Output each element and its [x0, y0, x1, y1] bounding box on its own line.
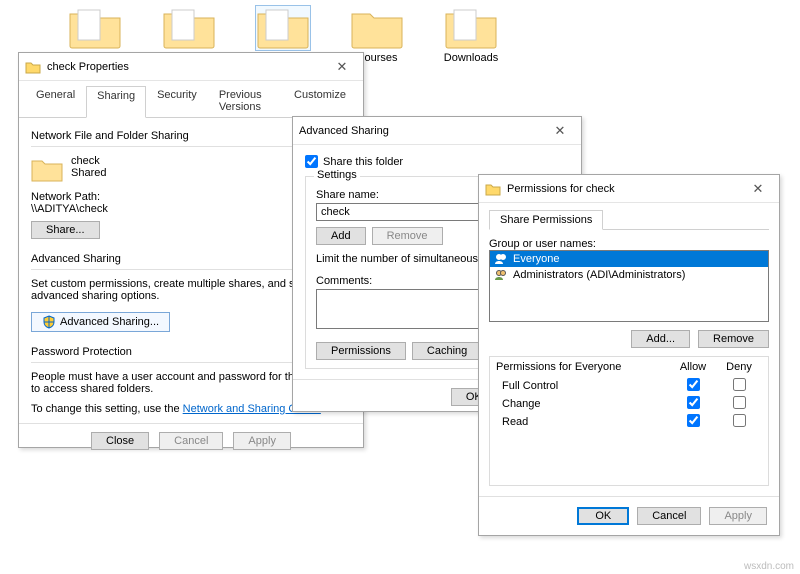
close-icon[interactable]: ✕ — [743, 181, 773, 197]
cancel-button[interactable]: Cancel — [637, 507, 701, 525]
table-row: Change — [490, 395, 768, 413]
user-name: Administrators (ADI\Administrators) — [513, 269, 685, 281]
allow-checkbox[interactable] — [687, 414, 700, 427]
add-button[interactable]: Add — [316, 227, 366, 245]
permission-name: Read — [496, 416, 670, 428]
permissions-footer: OK Cancel Apply — [479, 496, 779, 535]
folder-icon — [31, 155, 63, 183]
deny-checkbox[interactable] — [733, 396, 746, 409]
deny-checkbox[interactable] — [733, 378, 746, 391]
titlebar[interactable]: Advanced Sharing ✕ — [293, 117, 581, 145]
deny-header: Deny — [716, 361, 762, 373]
share-this-folder-label: Share this folder — [323, 156, 403, 168]
window-title: check Properties — [47, 61, 327, 73]
share-button[interactable]: Share... — [31, 221, 100, 239]
ok-button[interactable]: OK — [577, 507, 629, 525]
folder-icon — [162, 6, 216, 50]
table-row: Full Control — [490, 377, 768, 395]
permissions-body: Share Permissions Group or user names: E… — [479, 203, 779, 496]
tab-strip: General Sharing Security Previous Versio… — [19, 81, 363, 118]
tab-customize[interactable]: Customize — [283, 85, 357, 117]
cancel-button[interactable]: Cancel — [159, 432, 223, 450]
folder-icon — [444, 6, 498, 50]
permissions-tabstrip: Share Permissions — [489, 209, 769, 230]
titlebar[interactable]: check Properties ✕ — [19, 53, 363, 81]
close-button[interactable]: Close — [91, 432, 149, 450]
caching-button[interactable]: Caching — [412, 342, 482, 360]
users-icon — [494, 269, 508, 281]
tab-general[interactable]: General — [25, 85, 86, 117]
permissions-table: Permissions for Everyone Allow Deny Full… — [489, 356, 769, 486]
apply-button[interactable]: Apply — [709, 507, 767, 525]
tab-security[interactable]: Security — [146, 85, 208, 117]
advanced-sharing-button[interactable]: Advanced Sharing... — [31, 312, 170, 332]
password-change-text: To change this setting, use the — [31, 403, 183, 415]
remove-button[interactable]: Remove — [372, 227, 443, 245]
permission-name: Full Control — [496, 380, 670, 392]
window-title: Permissions for check — [507, 183, 743, 195]
folder-icon — [485, 181, 501, 197]
user-list[interactable]: Everyone Administrators (ADI\Administrat… — [489, 250, 769, 322]
advanced-sharing-button-label: Advanced Sharing... — [60, 316, 159, 328]
watermark: wsxdn.com — [744, 561, 794, 572]
folder-icon — [350, 6, 404, 50]
apply-button[interactable]: Apply — [233, 432, 291, 450]
allow-checkbox[interactable] — [687, 396, 700, 409]
titlebar[interactable]: Permissions for check ✕ — [479, 175, 779, 203]
window-title: Advanced Sharing — [299, 125, 545, 137]
shield-icon — [42, 315, 56, 329]
close-icon[interactable]: ✕ — [545, 123, 575, 139]
share-this-folder-input[interactable] — [305, 155, 318, 168]
table-row: Read — [490, 413, 768, 431]
folder-icon — [68, 6, 122, 50]
user-name: Everyone — [513, 253, 559, 265]
group-or-user-names-label: Group or user names: — [489, 238, 769, 250]
list-item[interactable]: Administrators (ADI\Administrators) — [490, 267, 768, 283]
tab-share-permissions[interactable]: Share Permissions — [489, 210, 603, 230]
remove-button[interactable]: Remove — [698, 330, 769, 348]
share-this-folder-checkbox[interactable]: Share this folder — [305, 155, 569, 168]
permissions-button[interactable]: Permissions — [316, 342, 406, 360]
share-status: Shared — [71, 167, 106, 179]
tab-previous-versions[interactable]: Previous Versions — [208, 85, 283, 117]
window-permissions: Permissions for check ✕ Share Permission… — [478, 174, 780, 536]
folder-icon — [25, 59, 41, 75]
permission-name: Change — [496, 398, 670, 410]
allow-header: Allow — [670, 361, 716, 373]
folder-icon — [256, 6, 310, 50]
users-icon — [494, 253, 508, 265]
list-item[interactable]: Everyone — [490, 251, 768, 267]
deny-checkbox[interactable] — [733, 414, 746, 427]
close-icon[interactable]: ✕ — [327, 59, 357, 75]
desktop-folder-downloads[interactable]: Downloads — [424, 0, 518, 100]
add-button[interactable]: Add... — [631, 330, 690, 348]
tab-sharing[interactable]: Sharing — [86, 86, 146, 118]
properties-footer: Close Cancel Apply — [19, 423, 363, 458]
share-name: check — [71, 155, 106, 167]
folder-label: Downloads — [424, 52, 518, 64]
allow-checkbox[interactable] — [687, 378, 700, 391]
settings-group-label: Settings — [314, 169, 360, 181]
permissions-for-label: Permissions for Everyone — [496, 361, 670, 373]
